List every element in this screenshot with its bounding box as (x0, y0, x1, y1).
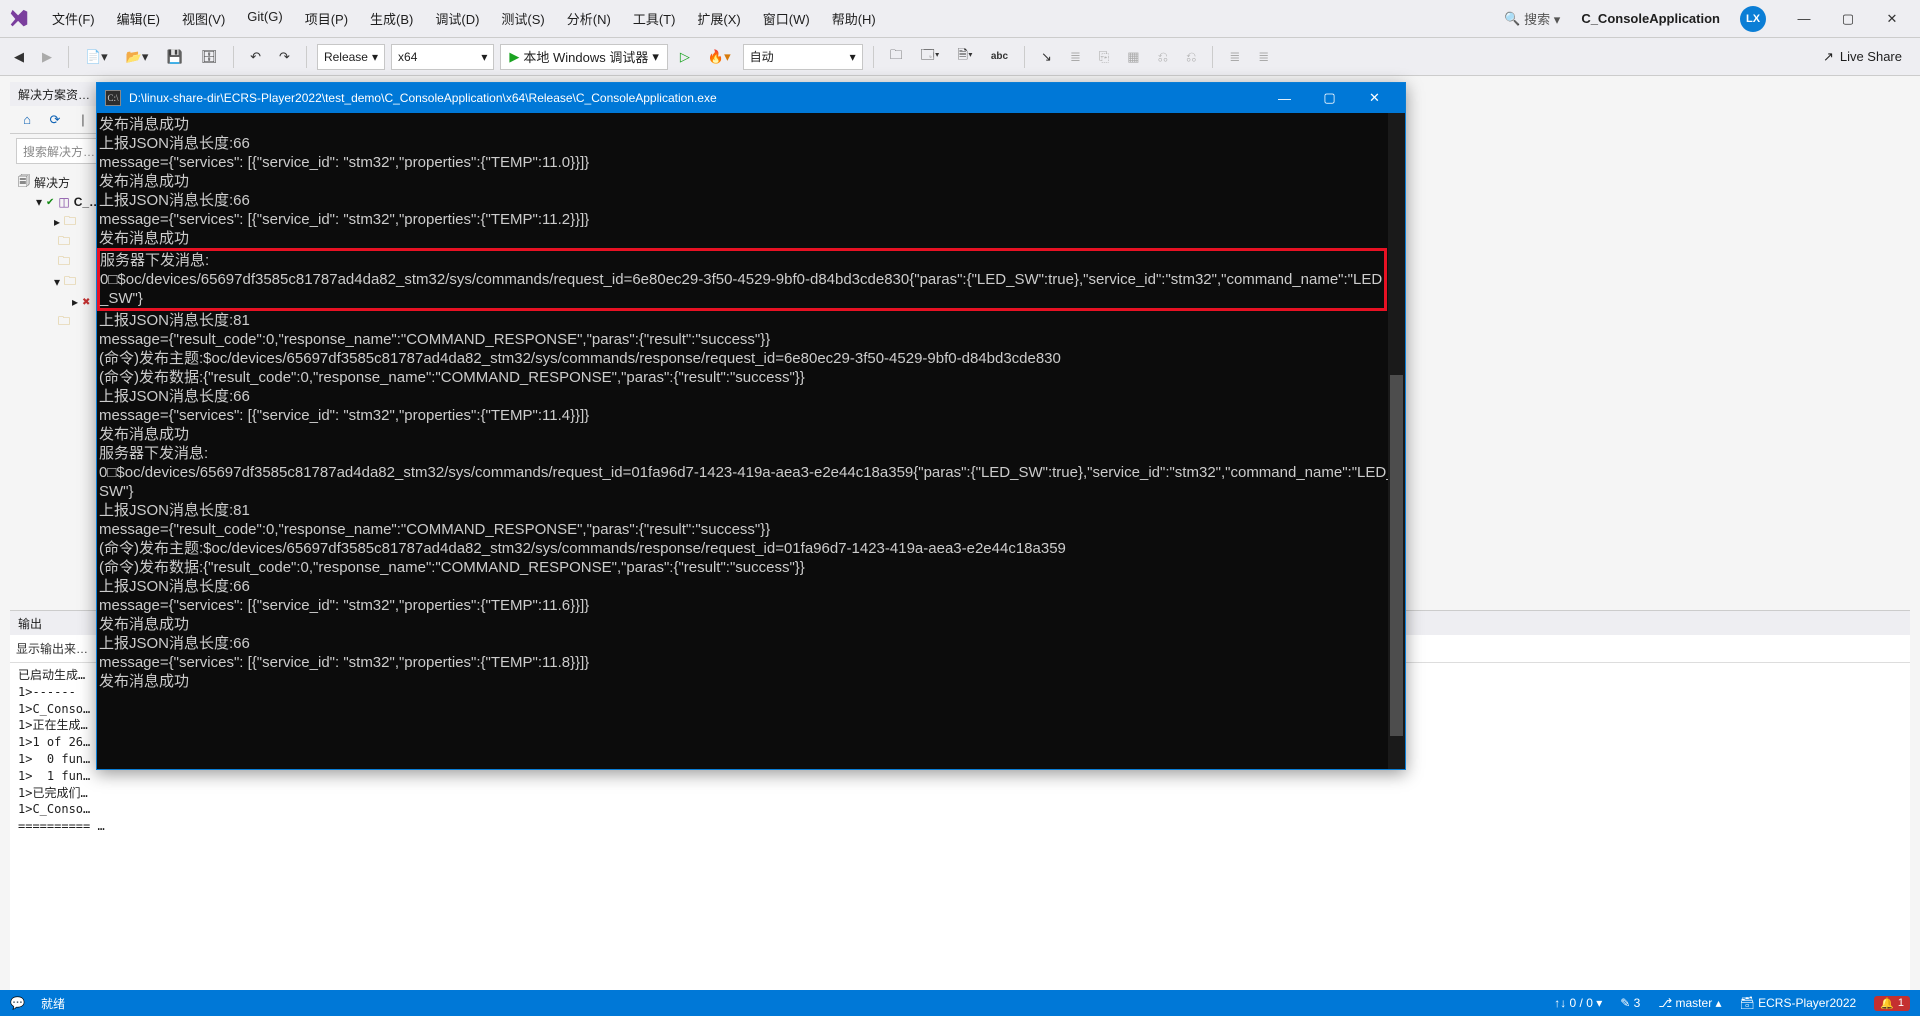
status-issues[interactable]: ↑↓ 0 / 0 ▾ (1554, 996, 1602, 1010)
run-debugger-button[interactable]: ▶本地 Windows 调试器▾ (500, 44, 668, 70)
status-repo[interactable]: 🗃 ECRS-Player2022 (1740, 996, 1857, 1010)
console-icon: C:\ (105, 90, 121, 106)
tb-icon-6[interactable]: ⎘ (1093, 44, 1115, 70)
status-chat-icon[interactable]: 💬 (10, 996, 25, 1010)
console-scrollbar[interactable] (1388, 113, 1405, 769)
close-button[interactable]: ✕ (1872, 4, 1912, 34)
status-ready: 就绪 (41, 995, 65, 1012)
status-branch[interactable]: ⎇ master ▴ (1658, 996, 1721, 1010)
menu-edit[interactable]: 编辑(E) (107, 3, 170, 34)
undo-button[interactable]: ↶ (244, 44, 267, 70)
console-minimize[interactable]: — (1262, 83, 1307, 113)
console-titlebar[interactable]: C:\ D:\linux-share-dir\ECRS-Player2022\t… (97, 83, 1405, 113)
home-icon[interactable]: ⌂ (16, 109, 38, 131)
menu-debug[interactable]: 调试(D) (425, 3, 489, 34)
save-all-button[interactable]: 🗄 (195, 44, 224, 70)
save-button[interactable]: 💾 (160, 44, 188, 70)
play-icon: ▶ (509, 49, 519, 65)
console-window: C:\ D:\linux-share-dir\ECRS-Player2022\t… (96, 82, 1406, 770)
search-placeholder: 搜索 ▾ (1524, 9, 1560, 28)
menu-file[interactable]: 文件(F) (42, 3, 105, 34)
highlighted-message: 服务器下发消息: 0□$oc/devices/65697df3585c81787… (97, 248, 1387, 311)
tb-icon-8[interactable]: ⎌ (1152, 44, 1174, 70)
user-badge[interactable]: LX (1740, 6, 1766, 32)
tb-icon-abc[interactable]: abc (985, 44, 1014, 70)
tb-icon-1[interactable]: 🗀 (884, 44, 909, 70)
live-share[interactable]: ↗ Live Share (1823, 49, 1912, 65)
window-controls: — ▢ ✕ (1784, 4, 1912, 34)
tb-icon-3[interactable]: 🗎▾ (952, 44, 979, 70)
nav-fwd-button[interactable]: ▶ (36, 44, 58, 70)
menu-help[interactable]: 帮助(H) (822, 3, 886, 34)
tb-icon-7[interactable]: ▦ (1121, 44, 1145, 70)
platform-dropdown[interactable]: x64▾ (391, 44, 494, 70)
search-box[interactable]: 🔍 搜索 ▾ (1493, 6, 1571, 31)
hot-reload-button[interactable]: 🔥▾ (702, 44, 737, 70)
minimize-button[interactable]: — (1784, 4, 1824, 34)
console-text-pre: 发布消息成功 上报JSON消息长度:66 message={"services"… (99, 115, 1401, 248)
toolbar: ◀ ▶ 📄▾ 📂▾ 💾 🗄 ↶ ↷ Release▾ x64▾ ▶本地 Wind… (0, 38, 1920, 76)
menu-test[interactable]: 测试(S) (491, 3, 554, 34)
console-maximize[interactable]: ▢ (1307, 83, 1352, 113)
tb-icon-2[interactable]: 🗔▾ (915, 44, 946, 70)
status-notifications[interactable]: 🔔 1 (1874, 996, 1910, 1011)
menu-view[interactable]: 视图(V) (172, 3, 235, 34)
tb-icon-4[interactable]: ↘ (1035, 44, 1058, 70)
menu-tools[interactable]: 工具(T) (623, 3, 686, 34)
menu-analyze[interactable]: 分析(N) (557, 3, 621, 34)
maximize-button[interactable]: ▢ (1828, 4, 1868, 34)
console-title: D:\linux-share-dir\ECRS-Player2022\test_… (129, 91, 1254, 105)
tb-icon-9[interactable]: ⎌ (1180, 44, 1202, 70)
solution-name: C_ConsoleApplication (1581, 11, 1720, 26)
config-dropdown[interactable]: Release▾ (317, 44, 385, 70)
menu-build[interactable]: 生成(B) (360, 3, 423, 34)
menu-extensions[interactable]: 扩展(X) (687, 3, 750, 34)
redo-button[interactable]: ↷ (273, 44, 296, 70)
console-body[interactable]: 发布消息成功 上报JSON消息长度:66 message={"services"… (97, 113, 1405, 769)
console-close[interactable]: ✕ (1352, 83, 1397, 113)
statusbar: 💬 就绪 ↑↓ 0 / 0 ▾ ✎ 3 ⎇ master ▴ 🗃 ECRS-Pl… (0, 990, 1920, 1016)
menu-window[interactable]: 窗口(W) (753, 3, 820, 34)
scrollbar-thumb[interactable] (1390, 375, 1403, 736)
status-changes[interactable]: ✎ 3 (1620, 996, 1640, 1010)
new-file-button[interactable]: 📄▾ (79, 44, 114, 70)
titlebar: 文件(F) 编辑(E) 视图(V) Git(G) 项目(P) 生成(B) 调试(… (0, 0, 1920, 38)
main-menu: 文件(F) 编辑(E) 视图(V) Git(G) 项目(P) 生成(B) 调试(… (42, 3, 886, 34)
tb-icon-10[interactable]: ≣ (1223, 44, 1246, 70)
menu-project[interactable]: 项目(P) (295, 3, 358, 34)
nav-back-button[interactable]: ◀ (8, 44, 30, 70)
run-no-debug-button[interactable]: ▷ (674, 44, 696, 70)
menu-git[interactable]: Git(G) (237, 3, 292, 34)
refresh-icon[interactable]: ⟳ (44, 109, 66, 131)
console-text-post: 上报JSON消息长度:81 message={"result_code":0,"… (99, 311, 1401, 691)
auto-dropdown[interactable]: 自动▾ (743, 44, 863, 70)
vs-logo-icon (8, 8, 30, 30)
output-from-label: 显示输出来… (16, 640, 88, 657)
open-file-button[interactable]: 📂▾ (120, 44, 155, 70)
search-icon: 🔍 (1504, 11, 1520, 27)
tb-icon-5[interactable]: ≣ (1064, 44, 1087, 70)
tb-icon-11[interactable]: ≣ (1252, 44, 1275, 70)
live-share-icon: ↗ (1823, 49, 1834, 65)
